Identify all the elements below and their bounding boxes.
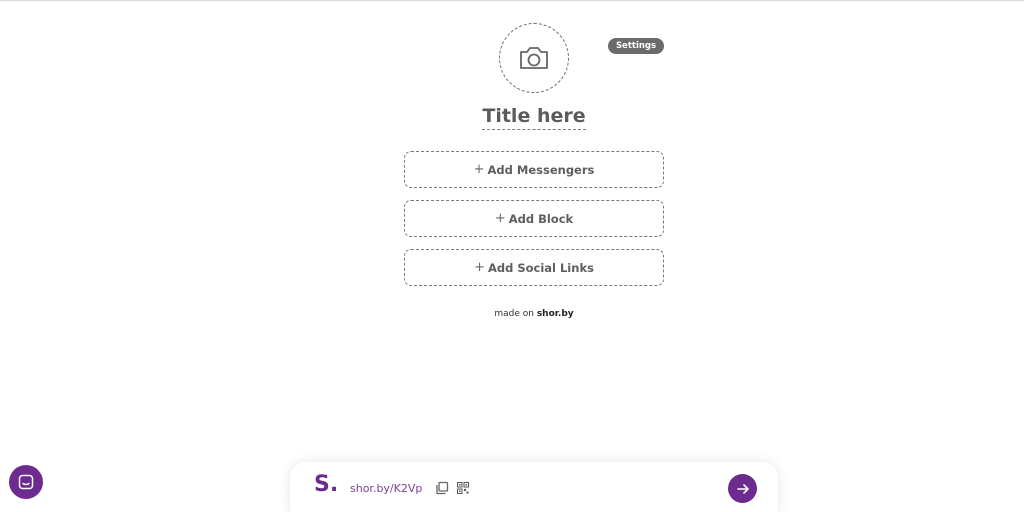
arrow-right-icon bbox=[736, 483, 749, 494]
made-on-credit: made on shor.by bbox=[404, 309, 664, 319]
page-title[interactable]: Title here bbox=[482, 104, 586, 130]
add-messengers-button[interactable]: + Add Messengers bbox=[404, 151, 664, 188]
settings-button[interactable]: Settings bbox=[608, 38, 664, 54]
add-block-label: Add Block bbox=[508, 211, 574, 226]
plus-icon: + bbox=[473, 162, 485, 177]
chat-icon bbox=[18, 474, 34, 490]
avatar-upload[interactable] bbox=[499, 23, 569, 93]
copy-icon[interactable] bbox=[435, 481, 449, 495]
add-social-links-label: Add Social Links bbox=[487, 260, 594, 275]
shorby-logo[interactable]: S. bbox=[314, 472, 338, 497]
made-on-brand-link[interactable]: shor.by bbox=[537, 309, 574, 319]
add-messengers-label: Add Messengers bbox=[487, 162, 595, 177]
qr-code-icon[interactable] bbox=[457, 482, 469, 494]
made-on-prefix: made on bbox=[494, 309, 534, 319]
add-block-button[interactable]: + Add Block bbox=[404, 200, 664, 237]
page-root: Settings Title here + Add Messengers + A… bbox=[0, 0, 1024, 512]
bottom-link-bar: S. shor.by/K2Vp bbox=[290, 462, 778, 512]
go-button[interactable] bbox=[728, 474, 757, 503]
plus-icon: + bbox=[494, 211, 506, 226]
short-link-text[interactable]: shor.by/K2Vp bbox=[350, 482, 422, 495]
camera-icon bbox=[520, 47, 548, 69]
top-divider bbox=[0, 0, 1024, 1]
add-social-links-button[interactable]: + Add Social Links bbox=[404, 249, 664, 286]
plus-icon: + bbox=[474, 260, 485, 275]
chat-launcher-button[interactable] bbox=[9, 465, 43, 499]
